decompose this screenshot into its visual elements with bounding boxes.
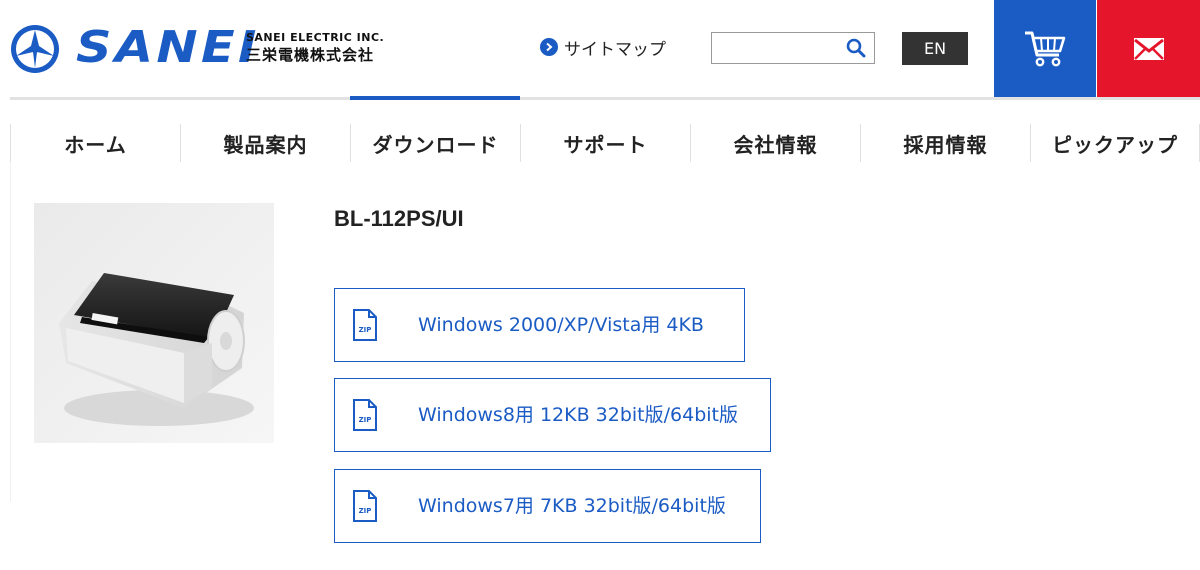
- zip-file-icon: ZIP: [353, 309, 377, 341]
- zip-file-icon: ZIP: [353, 399, 377, 431]
- mail-icon: [1133, 37, 1164, 60]
- cart-icon: [1025, 31, 1066, 66]
- sitemap-label: サイトマップ: [564, 39, 666, 60]
- nav-item-download[interactable]: ダウンロード: [350, 124, 520, 162]
- company-name-ja: 三栄電機株式会社: [246, 46, 375, 64]
- logo-company-names: SANEI ELECTRIC INC. 三栄電機株式会社: [246, 31, 384, 65]
- search-input[interactable]: [712, 33, 842, 63]
- global-nav: ホーム 製品案内 ダウンロード サポート 会社情報 採用情報 ピックアップ: [10, 124, 1200, 162]
- site-logo[interactable]: SANEI SANEI ELECTRIC INC. 三栄電機株式会社: [10, 22, 400, 78]
- company-name-en: SANEI ELECTRIC INC.: [246, 31, 385, 44]
- site-header: SANEI SANEI ELECTRIC INC. 三栄電機株式会社 サイトマッ…: [0, 0, 1200, 100]
- zip-icon-text: ZIP: [359, 326, 372, 334]
- zip-icon-text: ZIP: [359, 416, 372, 424]
- nav-item-support[interactable]: サポート: [520, 124, 690, 162]
- product-image: [34, 203, 274, 443]
- logo-mark-icon: [11, 25, 59, 73]
- zip-file-icon: ZIP: [353, 490, 377, 522]
- logo-wordmark: SANEI: [76, 22, 260, 73]
- chevron-right-icon: [540, 38, 558, 56]
- content-guide-line: [10, 162, 11, 502]
- download-link-win7[interactable]: ZIP Windows7用 7KB 32bit版/64bit版: [334, 469, 761, 543]
- download-link-win8[interactable]: ZIP Windows8用 12KB 32bit版/64bit版: [334, 378, 771, 452]
- header-divider: [10, 97, 1200, 100]
- search-box: [711, 32, 875, 64]
- download-link-label: Windows 2000/XP/Vista用 4KB: [418, 314, 704, 336]
- nav-item-company[interactable]: 会社情報: [690, 124, 860, 162]
- nav-item-recruit[interactable]: 採用情報: [860, 124, 1030, 162]
- cart-button[interactable]: [994, 0, 1096, 97]
- nav-item-products[interactable]: 製品案内: [180, 124, 350, 162]
- sitemap-link[interactable]: サイトマップ: [540, 36, 666, 60]
- nav-item-pickup[interactable]: ピックアップ: [1030, 124, 1200, 162]
- download-link-label: Windows8用 12KB 32bit版/64bit版: [418, 404, 738, 426]
- nav-item-home[interactable]: ホーム: [10, 124, 180, 162]
- product-title: BL-112PS/UI: [334, 206, 464, 231]
- contact-mail-button[interactable]: [1097, 0, 1200, 97]
- download-link-label: Windows7用 7KB 32bit版/64bit版: [418, 495, 726, 517]
- language-en-button[interactable]: EN: [902, 32, 968, 65]
- active-section-indicator: [350, 96, 520, 100]
- search-icon[interactable]: [846, 38, 866, 58]
- download-link-win2000-xp-vista[interactable]: ZIP Windows 2000/XP/Vista用 4KB: [334, 288, 745, 362]
- zip-icon-text: ZIP: [359, 507, 372, 515]
